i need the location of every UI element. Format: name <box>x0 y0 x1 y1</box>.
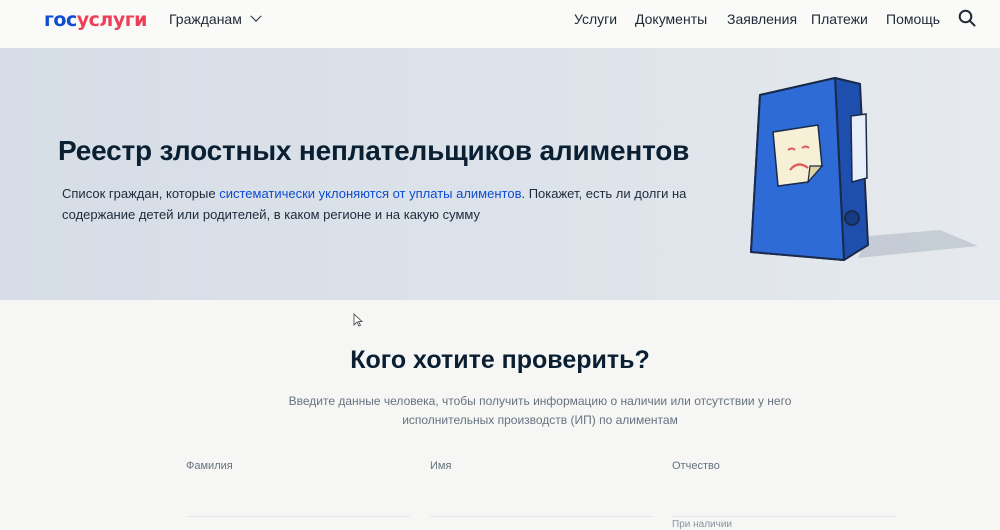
evasion-link[interactable]: систематически уклоняются от уплаты алим… <box>219 186 521 201</box>
nav-services[interactable]: Услуги <box>574 11 617 27</box>
name-input[interactable] <box>430 476 654 517</box>
mouse-cursor-icon <box>353 313 363 327</box>
patronymic-input[interactable] <box>672 476 896 517</box>
nav-documents[interactable]: Документы <box>635 11 707 27</box>
name-label: Имя <box>430 460 452 472</box>
surname-input[interactable] <box>186 476 410 517</box>
check-title: Кого хотите проверить? <box>350 346 650 374</box>
patronymic-label: Отчество <box>672 460 720 472</box>
check-subtitle: Введите данные человека, чтобы получить … <box>288 394 792 427</box>
header: госуслуги Гражданам Услуги Документы Зая… <box>0 0 1000 48</box>
surname-label: Фамилия <box>186 460 233 472</box>
nav-payments[interactable]: Платежи <box>811 11 868 27</box>
hero-description: Список граждан, которые систематически у… <box>62 186 687 222</box>
sad-binder-illustration <box>750 77 978 261</box>
patronymic-hint: При наличии <box>672 519 732 530</box>
nav-help[interactable]: Помощь <box>886 11 940 27</box>
main-nav: Услуги Документы Заявления Платежи Помощ… <box>0 11 1000 31</box>
page-title: Реестр злостных неплательщиков алиментов <box>58 135 690 166</box>
search-icon[interactable] <box>958 9 976 27</box>
nav-applications[interactable]: Заявления <box>727 11 797 27</box>
